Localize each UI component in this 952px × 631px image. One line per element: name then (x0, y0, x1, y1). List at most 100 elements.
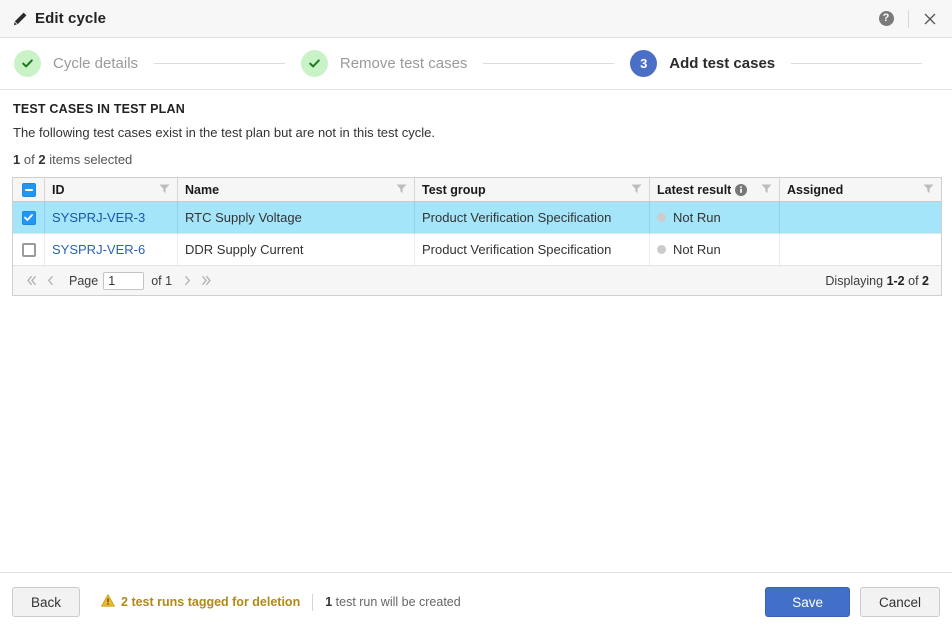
displaying-of: of (908, 273, 919, 288)
select-all-header-cell[interactable] (13, 178, 45, 201)
grid-pager: Page of 1 Displaying 1-2 of (13, 266, 941, 295)
selection-suffix: items selected (49, 152, 133, 167)
displaying-total: 2 (922, 273, 929, 288)
dialog-footer: Back 2 test runs tagged for deletion 1 t… (0, 572, 952, 631)
creation-note: 1 test run will be created (325, 595, 461, 609)
chevron-right-icon (185, 276, 190, 285)
selection-count: 1 (13, 152, 21, 167)
column-header-name[interactable]: Name (178, 178, 415, 201)
column-header-test-group-label: Test group (422, 182, 486, 197)
chevron-left-icon (48, 276, 53, 285)
filter-icon[interactable] (159, 183, 170, 197)
row-latest-result-label: Not Run (673, 242, 721, 257)
page-label: Page (69, 273, 99, 288)
deletion-warning: 2 test runs tagged for deletion (100, 593, 301, 610)
indeterminate-dash-icon (24, 188, 33, 191)
row-select-cell[interactable] (13, 202, 45, 233)
column-header-test-group[interactable]: Test group (415, 178, 650, 201)
step-connector-2 (483, 63, 615, 64)
column-header-assigned-label: Assigned (787, 182, 844, 197)
dialog-titlebar: Edit cycle ? (0, 0, 952, 38)
warning-text: 2 test runs tagged for deletion (121, 595, 301, 609)
step-remove-test-cases[interactable]: Remove test cases (300, 50, 467, 77)
next-page-button[interactable] (178, 271, 197, 290)
back-button[interactable]: Back (12, 587, 81, 617)
row-checkbox[interactable] (21, 242, 36, 257)
column-header-latest-result[interactable]: Latest result (650, 178, 780, 201)
titlebar-right-group: ? (873, 6, 942, 32)
row-test-group-cell: Product Verification Specification (415, 234, 650, 265)
save-button[interactable]: Save (765, 587, 850, 617)
row-select-cell[interactable] (13, 234, 45, 265)
filter-icon[interactable] (923, 183, 934, 197)
pencil-icon (12, 11, 28, 27)
displaying-range: 1-2 (886, 273, 905, 288)
step-1-status-icon (14, 50, 41, 77)
row-checkbox[interactable] (21, 210, 36, 225)
double-chevron-left-icon (27, 276, 36, 285)
column-header-latest-result-label: Latest result (657, 182, 732, 197)
footer-action-buttons: Save Cancel (765, 587, 940, 617)
check-icon (22, 59, 33, 68)
filter-icon[interactable] (396, 183, 407, 197)
selection-summary: 1 of 2 items selected (13, 152, 940, 167)
creation-note-text: test run will be created (335, 595, 461, 609)
step-connector-3 (791, 63, 922, 64)
info-icon[interactable] (735, 183, 748, 196)
row-test-group-cell: Product Verification Specification (415, 202, 650, 233)
row-assigned-cell (780, 234, 941, 265)
status-dot-icon (657, 213, 666, 222)
section-description: The following test cases exist in the te… (13, 125, 435, 140)
page-total-label: of 1 (151, 273, 173, 288)
filter-icon[interactable] (631, 183, 642, 197)
step-3-label: Add test cases (669, 55, 776, 72)
column-header-id[interactable]: ID (45, 178, 178, 201)
column-header-name-label: Name (185, 182, 220, 197)
step-1-label: Cycle details (53, 55, 139, 72)
help-button[interactable]: ? (873, 6, 899, 32)
cancel-button[interactable]: Cancel (859, 587, 940, 617)
select-all-checkbox[interactable] (21, 182, 36, 197)
titlebar-left-group: Edit cycle (12, 10, 873, 27)
warning-triangle-icon (100, 593, 116, 610)
previous-page-button[interactable] (41, 271, 60, 290)
step-add-test-cases[interactable]: 3 Add test cases (630, 50, 775, 77)
row-assigned-cell (780, 202, 941, 233)
row-id-cell[interactable]: SYSPRJ-VER-6 (45, 234, 178, 265)
row-latest-result-cell: Not Run (650, 234, 780, 265)
step-connector-1 (154, 63, 285, 64)
filter-icon[interactable] (761, 183, 772, 197)
selection-total: 2 (38, 152, 46, 167)
titlebar-divider (908, 9, 909, 28)
row-latest-result-label: Not Run (673, 210, 721, 225)
row-name-cell: RTC Supply Voltage (178, 202, 415, 233)
double-chevron-right-icon (202, 276, 211, 285)
step-3-number: 3 (630, 50, 658, 77)
status-dot-icon (657, 245, 666, 254)
row-id-cell[interactable]: SYSPRJ-VER-3 (45, 202, 178, 233)
test-case-id-link[interactable]: SYSPRJ-VER-3 (52, 210, 145, 225)
page-number-input[interactable] (103, 271, 145, 290)
creation-note-count: 1 (325, 595, 333, 609)
last-page-button[interactable] (197, 271, 216, 290)
help-icon: ? (878, 11, 894, 26)
step-cycle-details[interactable]: Cycle details (14, 50, 138, 77)
test-case-id-link[interactable]: SYSPRJ-VER-6 (52, 242, 145, 257)
row-name-cell: DDR Supply Current (178, 234, 415, 265)
grid-header-row: ID Name Test group Latest result Assigne… (13, 178, 941, 202)
section-title: TEST CASES IN TEST PLAN (13, 102, 185, 116)
test-cases-grid: ID Name Test group Latest result Assigne… (12, 177, 942, 296)
close-button[interactable] (918, 7, 942, 31)
wizard-stepper: Cycle details Remove test cases 3 Add te… (0, 38, 952, 90)
displaying-summary: Displaying 1-2 of 2 (825, 274, 929, 288)
step-2-status-icon (300, 50, 328, 77)
footer-divider (312, 593, 314, 611)
first-page-button[interactable] (22, 271, 41, 290)
dialog-title: Edit cycle (35, 10, 107, 27)
column-header-assigned[interactable]: Assigned (780, 178, 941, 201)
edit-cycle-dialog: Edit cycle ? Cycle details Remove test c… (0, 0, 952, 631)
table-row[interactable]: SYSPRJ-VER-6 DDR Supply Current Product … (13, 234, 941, 266)
dialog-body: TEST CASES IN TEST PLAN The following te… (0, 90, 952, 572)
table-row[interactable]: SYSPRJ-VER-3 RTC Supply Voltage Product … (13, 202, 941, 234)
column-header-id-label: ID (52, 182, 65, 197)
